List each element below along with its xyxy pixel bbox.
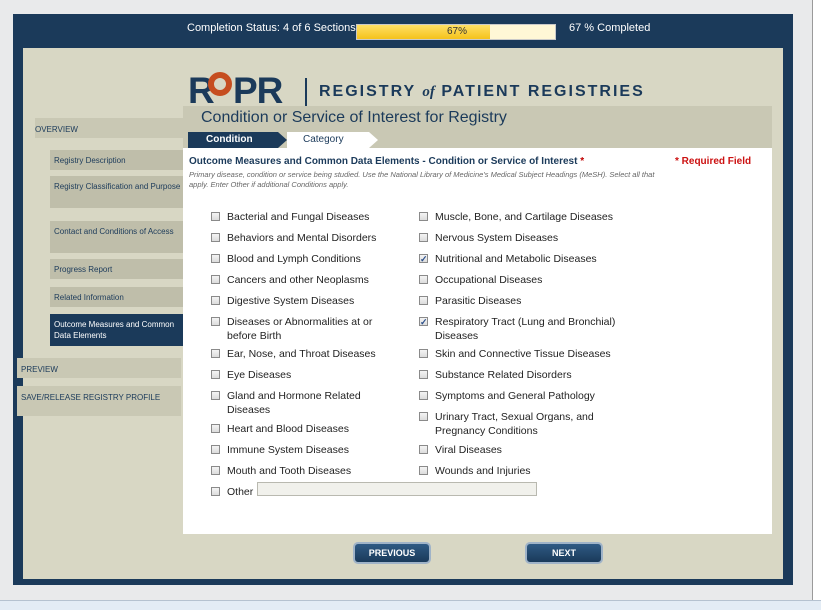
progress-percent: 67% <box>446 26 467 37</box>
logo-divider <box>305 78 307 108</box>
completion-status: Completion Status: 4 of 6 Sections <box>187 22 356 34</box>
sidebar-item-outcome-measures[interactable]: Outcome Measures and Common Data Element… <box>50 314 191 346</box>
status-bar: Completion Status: 4 of 6 Sections 67% 6… <box>13 14 793 48</box>
logo-tagline: REGISTRY of PATIENT REGISTRIES <box>319 83 645 100</box>
crumb-arrow-next <box>369 132 378 148</box>
completed-text: 67 % Completed <box>569 22 651 34</box>
sidebar-item-related-information[interactable]: Related Information <box>50 287 191 307</box>
checkbox[interactable] <box>419 412 428 421</box>
checkbox[interactable] <box>419 445 428 454</box>
condition-option-label: Nervous System Diseases <box>435 232 559 244</box>
main-panel: R PR REGISTRY of PATIENT REGISTRIES OVER… <box>17 48 783 579</box>
sidebar-preview[interactable]: PREVIEW <box>17 358 181 378</box>
condition-option-label: Eye Diseases <box>227 369 292 381</box>
condition-option-label: Muscle, Bone, and Cartilage Diseases <box>435 211 614 223</box>
condition-option-label: Mouth and Tooth Diseases <box>227 465 352 477</box>
condition-option-label: Nutritional and Metabolic Diseases <box>435 253 597 265</box>
checkbox[interactable] <box>211 233 220 242</box>
condition-option-label: Heart and Blood Diseases <box>227 423 349 435</box>
condition-option-label: Gland and Hormone Related Diseases <box>227 390 361 416</box>
checkbox[interactable] <box>419 370 428 379</box>
condition-option-label: Cancers and other Neoplasms <box>227 274 369 286</box>
page-title: Condition or Service of Interest for Reg… <box>201 109 507 126</box>
checkbox[interactable] <box>211 391 220 400</box>
sidebar-item-progress-report[interactable]: Progress Report <box>50 259 191 279</box>
checkbox[interactable] <box>419 466 428 475</box>
checkbox[interactable] <box>211 275 220 284</box>
step-breadcrumb: Condition Category <box>183 132 772 148</box>
condition-option-label: Occupational Diseases <box>435 274 543 286</box>
condition-option-label: Bacterial and Fungal Diseases <box>227 211 370 223</box>
window-edge <box>812 0 813 600</box>
sidebar-item-registry-description[interactable]: Registry Description <box>50 150 191 170</box>
condition-option-label: Digestive System Diseases <box>227 295 355 307</box>
app-frame: Completion Status: 4 of 6 Sections 67% 6… <box>13 14 793 585</box>
content-area: Condition or Service of Interest for Reg… <box>183 106 772 564</box>
sidebar-overview[interactable]: OVERVIEW <box>35 118 191 138</box>
sidebar-item-classification[interactable]: Registry Classification and Purpose <box>50 176 191 208</box>
condition-option-label: Symptoms and General Pathology <box>435 390 595 402</box>
checkbox[interactable] <box>419 275 428 284</box>
question-help-text: Primary disease, condition or service be… <box>189 170 655 189</box>
checkbox[interactable] <box>419 296 428 305</box>
logo-circle-icon <box>208 72 232 96</box>
checkbox[interactable] <box>419 391 428 400</box>
condition-option-label: Skin and Connective Tissue Diseases <box>435 348 611 360</box>
crumb-arrow <box>278 132 287 148</box>
condition-option-label: Diseases or Abnormalities at or before B… <box>227 316 373 342</box>
condition-option-label: Ear, Nose, and Throat Diseases <box>227 348 376 360</box>
checkbox[interactable] <box>211 296 220 305</box>
condition-option-label: Wounds and Injuries <box>435 465 531 477</box>
sidebar-item-contact[interactable]: Contact and Conditions of Access <box>50 221 191 253</box>
checkbox[interactable] <box>419 349 428 358</box>
checkbox-checked[interactable] <box>419 315 428 329</box>
condition-option-label: Viral Diseases <box>435 444 502 456</box>
checkbox[interactable] <box>419 212 428 221</box>
next-button[interactable]: NEXT <box>525 542 603 564</box>
sidebar-save-release[interactable]: SAVE/RELEASE REGISTRY PROFILE <box>17 386 181 416</box>
condition-option-label: Urinary Tract, Sexual Organs, and Pregna… <box>435 411 594 437</box>
checkbox[interactable] <box>211 466 220 475</box>
condition-option-label: Blood and Lymph Conditions <box>227 253 361 265</box>
checkbox[interactable] <box>211 349 220 358</box>
checkbox[interactable] <box>419 233 428 242</box>
other-condition-input[interactable] <box>257 482 537 496</box>
checkbox[interactable] <box>211 254 220 263</box>
condition-option-label: Immune System Diseases <box>227 444 349 456</box>
checkbox[interactable] <box>211 212 220 221</box>
condition-option-label: Behaviors and Mental Disorders <box>227 232 377 244</box>
crumb-category[interactable]: Category <box>287 132 369 148</box>
checkbox[interactable] <box>211 445 220 454</box>
checkbox[interactable] <box>211 487 220 496</box>
required-field-note: * Required Field <box>675 156 752 167</box>
crumb-condition[interactable]: Condition <box>188 132 278 148</box>
previous-button[interactable]: PREVIOUS <box>353 542 431 564</box>
condition-option-label: Substance Related Disorders <box>435 369 572 381</box>
progress-bar: 67% <box>356 24 556 40</box>
condition-option-label: Parasitic Diseases <box>435 295 522 307</box>
checkbox[interactable] <box>211 370 220 379</box>
condition-option-label: Respiratory Tract (Lung and Bronchial) D… <box>435 316 616 342</box>
condition-option-label: Other <box>227 486 254 498</box>
title-band: Condition or Service of Interest for Reg… <box>183 106 772 132</box>
checkbox-checked[interactable] <box>419 252 428 266</box>
checkbox[interactable] <box>211 424 220 433</box>
checkbox[interactable] <box>211 317 220 326</box>
question-heading: Outcome Measures and Common Data Element… <box>189 156 585 167</box>
